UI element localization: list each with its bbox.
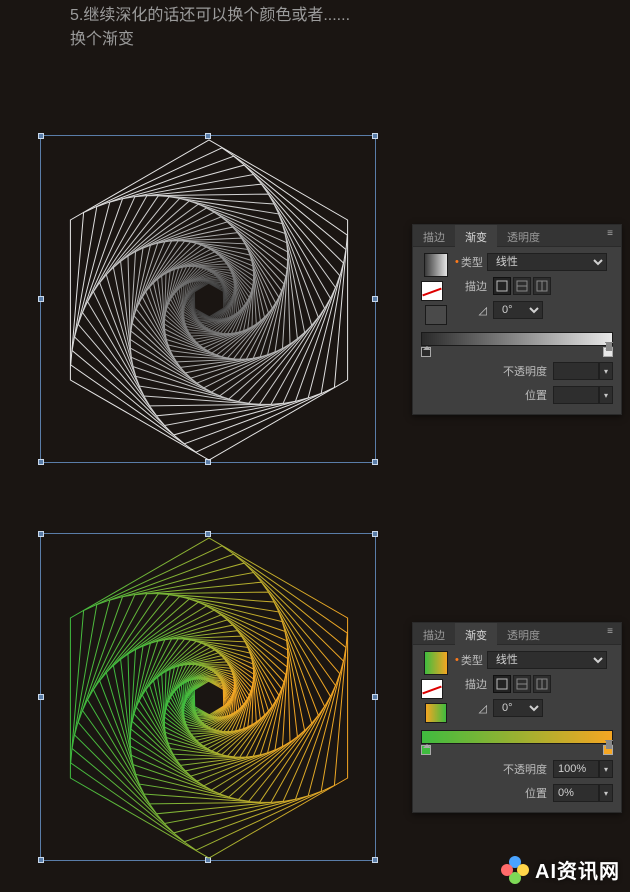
dropdown-icon[interactable]: ▾ xyxy=(599,386,613,404)
gradient-slider[interactable] xyxy=(421,730,613,744)
watermark-logo-icon xyxy=(501,856,529,884)
stroke-mode-along-icon[interactable] xyxy=(513,277,531,295)
panel-tabs: 描边 渐变 透明度 xyxy=(413,225,621,247)
watermark-text: AI资讯网 xyxy=(535,855,620,884)
dropdown-icon[interactable]: ▾ xyxy=(599,362,613,380)
position-label: 位置 xyxy=(491,785,547,801)
edited-indicator-icon: • xyxy=(455,256,459,268)
opacity-input[interactable] xyxy=(553,760,599,778)
gradient-type-select[interactable]: 线性 xyxy=(487,253,607,271)
tab-gradient[interactable]: 渐变 xyxy=(455,623,497,645)
stroke-mode-within-icon[interactable] xyxy=(493,277,511,295)
artboard-selection-2[interactable] xyxy=(40,533,376,861)
tab-transparency[interactable]: 透明度 xyxy=(497,623,550,645)
trash-icon[interactable] xyxy=(603,340,615,352)
tab-stroke[interactable]: 描边 xyxy=(413,623,455,645)
angle-icon: ◿ xyxy=(455,702,487,715)
gradient-panel-2: ≡ 描边 渐变 透明度 • 类型 线性 描边 xyxy=(412,622,622,813)
gradient-preview-swatch[interactable] xyxy=(424,651,448,675)
opacity-label: 不透明度 xyxy=(491,363,547,379)
dropdown-icon[interactable]: ▾ xyxy=(599,784,613,802)
gradient-slider[interactable] xyxy=(421,332,613,346)
tab-stroke[interactable]: 描边 xyxy=(413,225,455,247)
caption-line-1: 5.继续深化的话还可以换个颜色或者...... xyxy=(70,4,350,28)
spiral-artwork-gray xyxy=(41,136,377,464)
trash-icon[interactable] xyxy=(603,738,615,750)
gradient-stop[interactable] xyxy=(421,347,431,357)
gradient-stop[interactable] xyxy=(421,745,431,755)
position-label: 位置 xyxy=(491,387,547,403)
type-label: 类型 xyxy=(461,254,483,270)
watermark: AI资讯网 xyxy=(501,855,620,884)
angle-icon: ◿ xyxy=(455,304,487,317)
panel-tabs: 描边 渐变 透明度 xyxy=(413,623,621,645)
instruction-text: 5.继续深化的话还可以换个颜色或者...... 换个渐变 xyxy=(70,4,350,52)
stroke-label: 描边 xyxy=(455,278,487,294)
panel-menu-icon[interactable]: ≡ xyxy=(603,228,617,242)
stroke-mode-across-icon[interactable] xyxy=(533,277,551,295)
caption-line-2: 换个渐变 xyxy=(70,28,350,52)
stroke-mode-within-icon[interactable] xyxy=(493,675,511,693)
spiral-artwork-color xyxy=(41,534,377,862)
dropdown-icon[interactable]: ▾ xyxy=(599,760,613,778)
angle-select[interactable]: 0° xyxy=(493,699,543,717)
artboard-selection-1[interactable] xyxy=(40,135,376,463)
gradient-type-select[interactable]: 线性 xyxy=(487,651,607,669)
angle-select[interactable]: 0° xyxy=(493,301,543,319)
gradient-panel-1: ≡ 描边 渐变 透明度 • 类型 线性 描边 xyxy=(412,224,622,415)
none-swatch-icon[interactable] xyxy=(421,281,443,301)
position-input[interactable] xyxy=(553,386,599,404)
opacity-input[interactable] xyxy=(553,362,599,380)
stroke-label: 描边 xyxy=(455,676,487,692)
reverse-gradient-icon[interactable] xyxy=(425,703,447,723)
stroke-mode-across-icon[interactable] xyxy=(533,675,551,693)
panel-menu-icon[interactable]: ≡ xyxy=(603,626,617,640)
opacity-label: 不透明度 xyxy=(491,761,547,777)
type-label: 类型 xyxy=(461,652,483,668)
tab-transparency[interactable]: 透明度 xyxy=(497,225,550,247)
edited-indicator-icon: • xyxy=(455,654,459,666)
gradient-preview-swatch[interactable] xyxy=(424,253,448,277)
position-input[interactable] xyxy=(553,784,599,802)
tab-gradient[interactable]: 渐变 xyxy=(455,225,497,247)
none-swatch-icon[interactable] xyxy=(421,679,443,699)
stroke-mode-along-icon[interactable] xyxy=(513,675,531,693)
reverse-gradient-icon[interactable] xyxy=(425,305,447,325)
